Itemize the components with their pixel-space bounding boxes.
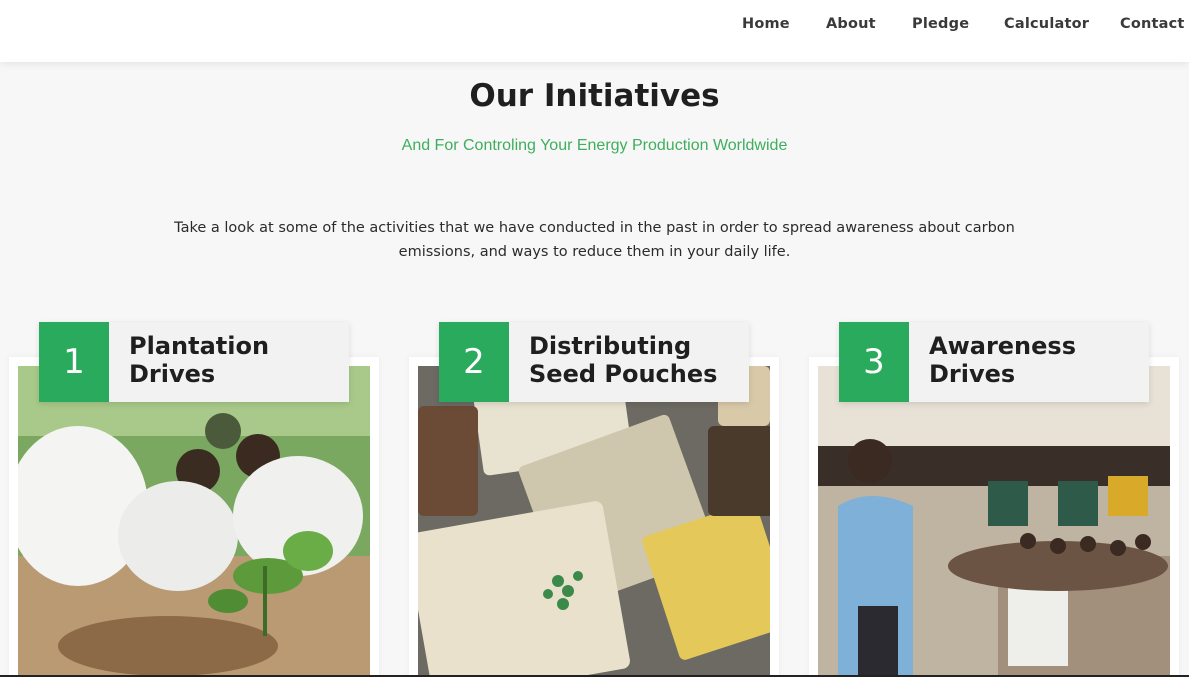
- initiative-title-line1: Awareness: [929, 332, 1076, 360]
- top-navbar: Home About Pledge Calculator Contact: [0, 0, 1189, 62]
- initiative-card-seeds[interactable]: [409, 357, 779, 677]
- nav-link-about[interactable]: About: [826, 16, 876, 32]
- initiative-title-line2: Seed Pouches: [529, 360, 718, 388]
- nav-link-contact[interactable]: Contact: [1120, 16, 1185, 32]
- initiative-number: 1: [39, 322, 109, 402]
- initiative-number: 3: [839, 322, 909, 402]
- nav-link-home[interactable]: Home: [742, 16, 790, 32]
- intro-paragraph: Take a look at some of the activities th…: [174, 220, 1015, 260]
- initiative-title: Distributing Seed Pouches: [529, 332, 744, 388]
- initiative-title: Plantation Drives: [129, 332, 344, 388]
- initiative-label-plantation: 1 Plantation Drives: [39, 322, 349, 402]
- section-subtitle: And For Controling Your Energy Productio…: [401, 137, 788, 154]
- initiative-title-line2: Drives: [929, 360, 1016, 388]
- initiative-title-line1: Plantation: [129, 332, 270, 360]
- initiative-number: 2: [439, 322, 509, 402]
- seeds-photo: [418, 366, 770, 677]
- section-title: Our Initiatives: [469, 78, 720, 114]
- initiative-label-awareness: 3 Awareness Drives: [839, 322, 1149, 402]
- initiative-title-line2: Drives: [129, 360, 216, 388]
- seminar-photo: [818, 366, 1170, 677]
- nav-link-calculator[interactable]: Calculator: [1004, 16, 1089, 32]
- initiative-label-seeds: 2 Distributing Seed Pouches: [439, 322, 749, 402]
- initiative-card-awareness[interactable]: [809, 357, 1179, 677]
- initiative-card-plantation[interactable]: [9, 357, 379, 677]
- initiative-title-line1: Distributing: [529, 332, 692, 360]
- initiative-title: Awareness Drives: [929, 332, 1144, 388]
- nav-link-pledge[interactable]: Pledge: [912, 16, 969, 32]
- plantation-photo: [18, 366, 370, 677]
